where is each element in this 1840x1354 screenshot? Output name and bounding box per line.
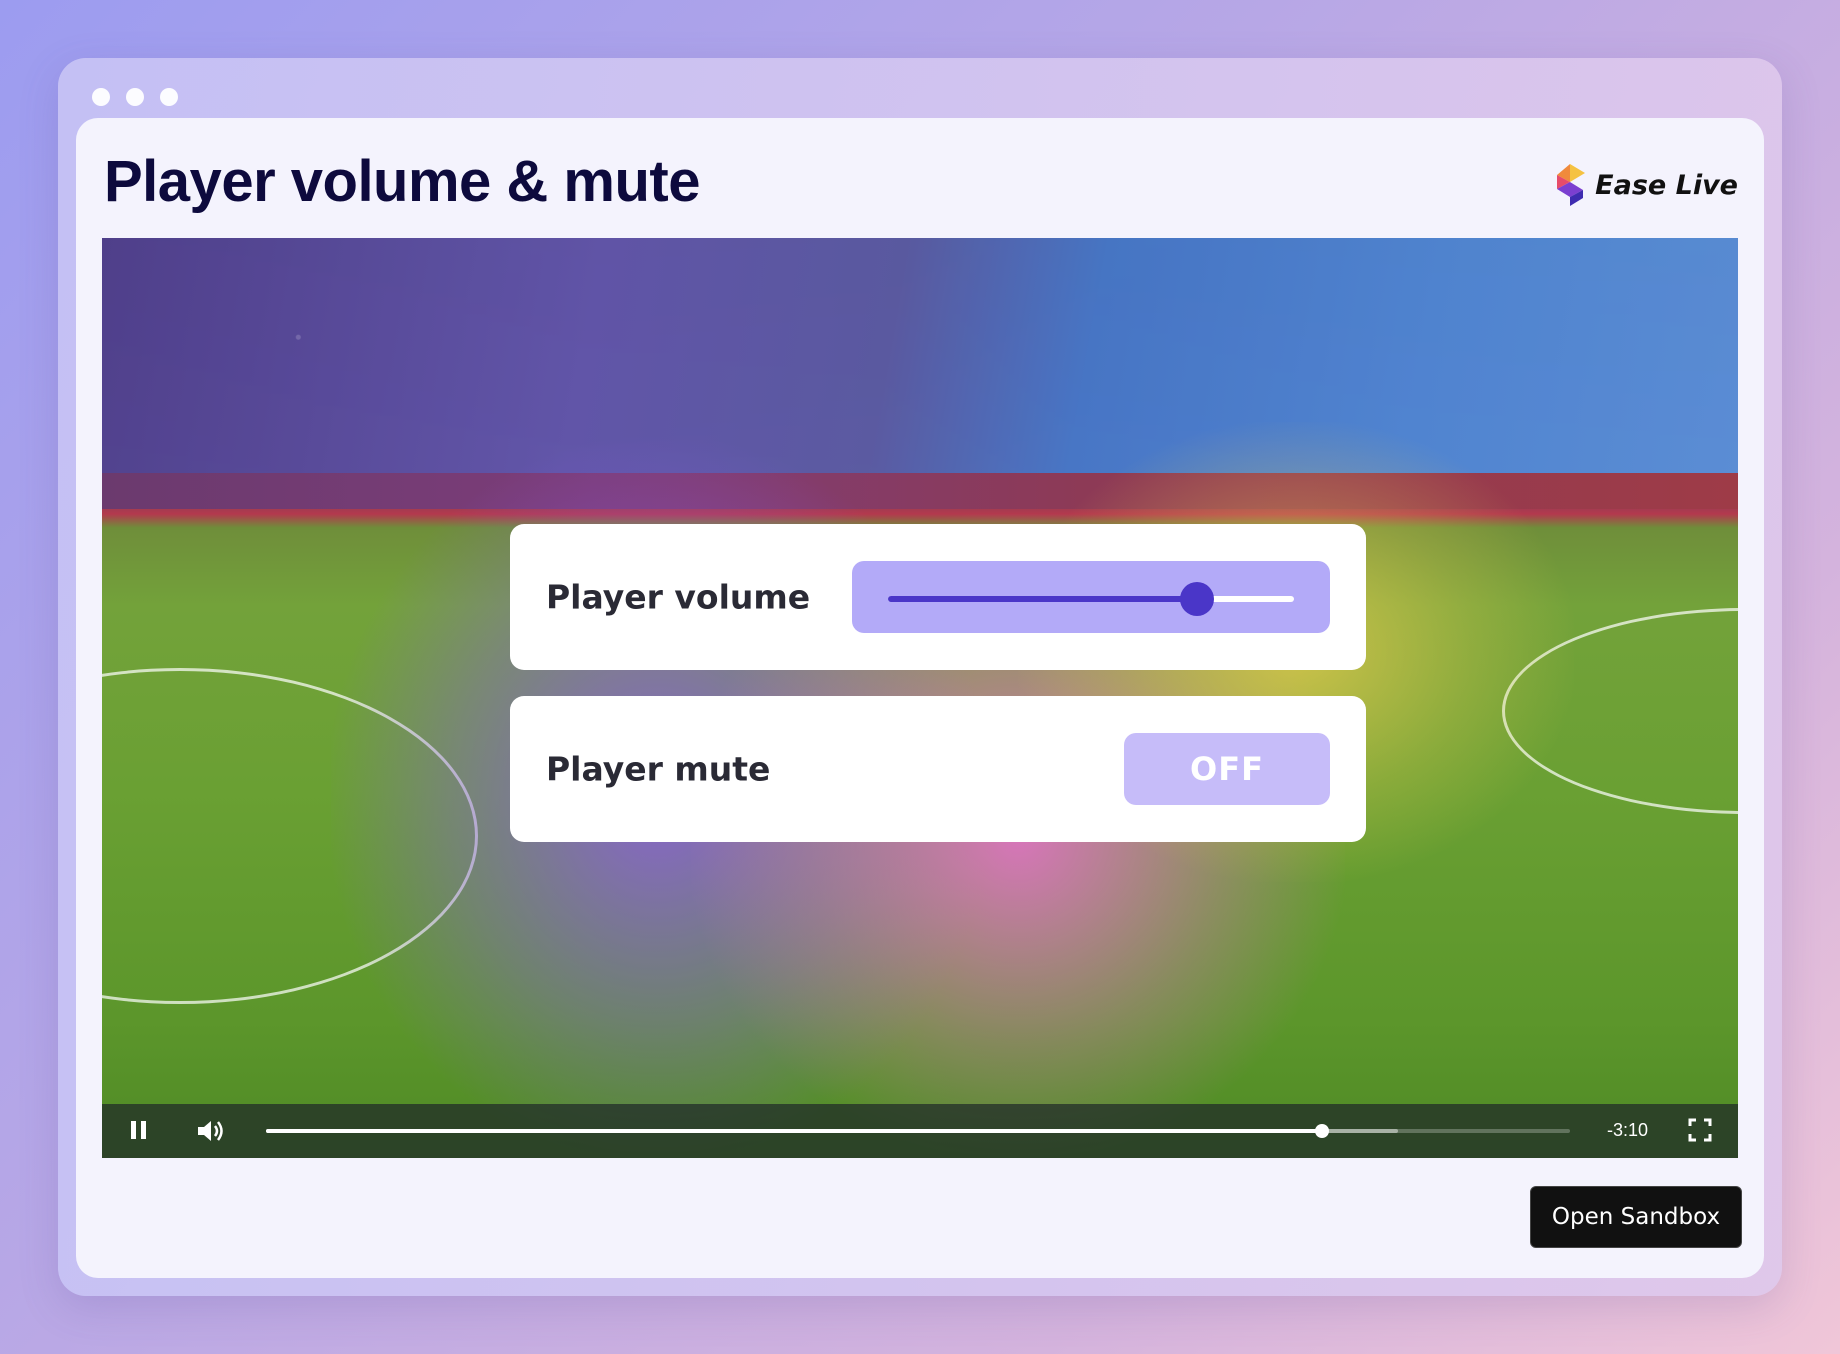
- browser-window: Player volume & mute Ease Live Player vo…: [58, 58, 1782, 1296]
- progress-bar[interactable]: [266, 1124, 1570, 1138]
- volume-slider[interactable]: [852, 561, 1330, 633]
- brand-name: Ease Live: [1595, 169, 1738, 201]
- volume-thumb[interactable]: [1179, 582, 1214, 616]
- fullscreen-icon[interactable]: [1688, 1118, 1712, 1147]
- volume-fill: [888, 596, 1197, 602]
- video-player[interactable]: Player volume Player mute OFF -3:10: [102, 238, 1738, 1158]
- open-sandbox-button[interactable]: Open Sandbox: [1530, 1186, 1742, 1248]
- volume-track[interactable]: [888, 582, 1294, 616]
- window-dot-maximize[interactable]: [160, 88, 178, 106]
- player-controls: -3:10: [102, 1104, 1738, 1158]
- time-remaining: -3:10: [1606, 1120, 1648, 1140]
- volume-icon[interactable]: [196, 1117, 228, 1150]
- page-title: Player volume & mute: [104, 149, 701, 214]
- brand: Ease Live: [1555, 164, 1738, 206]
- ease-live-logo-icon: [1557, 164, 1586, 206]
- window-dot-minimize[interactable]: [126, 88, 144, 106]
- volume-label: Player volume: [546, 577, 811, 617]
- progress-played: [266, 1129, 1323, 1133]
- window-controls: [92, 88, 178, 106]
- progress-scrubber[interactable]: [1315, 1124, 1330, 1138]
- window-dot-close[interactable]: [92, 88, 110, 106]
- pause-icon[interactable]: [128, 1117, 150, 1148]
- mute-label: Player mute: [546, 749, 771, 789]
- content-card: Player volume & mute Ease Live Player vo…: [76, 118, 1764, 1278]
- mute-toggle-button[interactable]: OFF: [1124, 733, 1330, 805]
- volume-panel: Player volume: [510, 524, 1366, 670]
- mute-panel: Player mute OFF: [510, 696, 1366, 842]
